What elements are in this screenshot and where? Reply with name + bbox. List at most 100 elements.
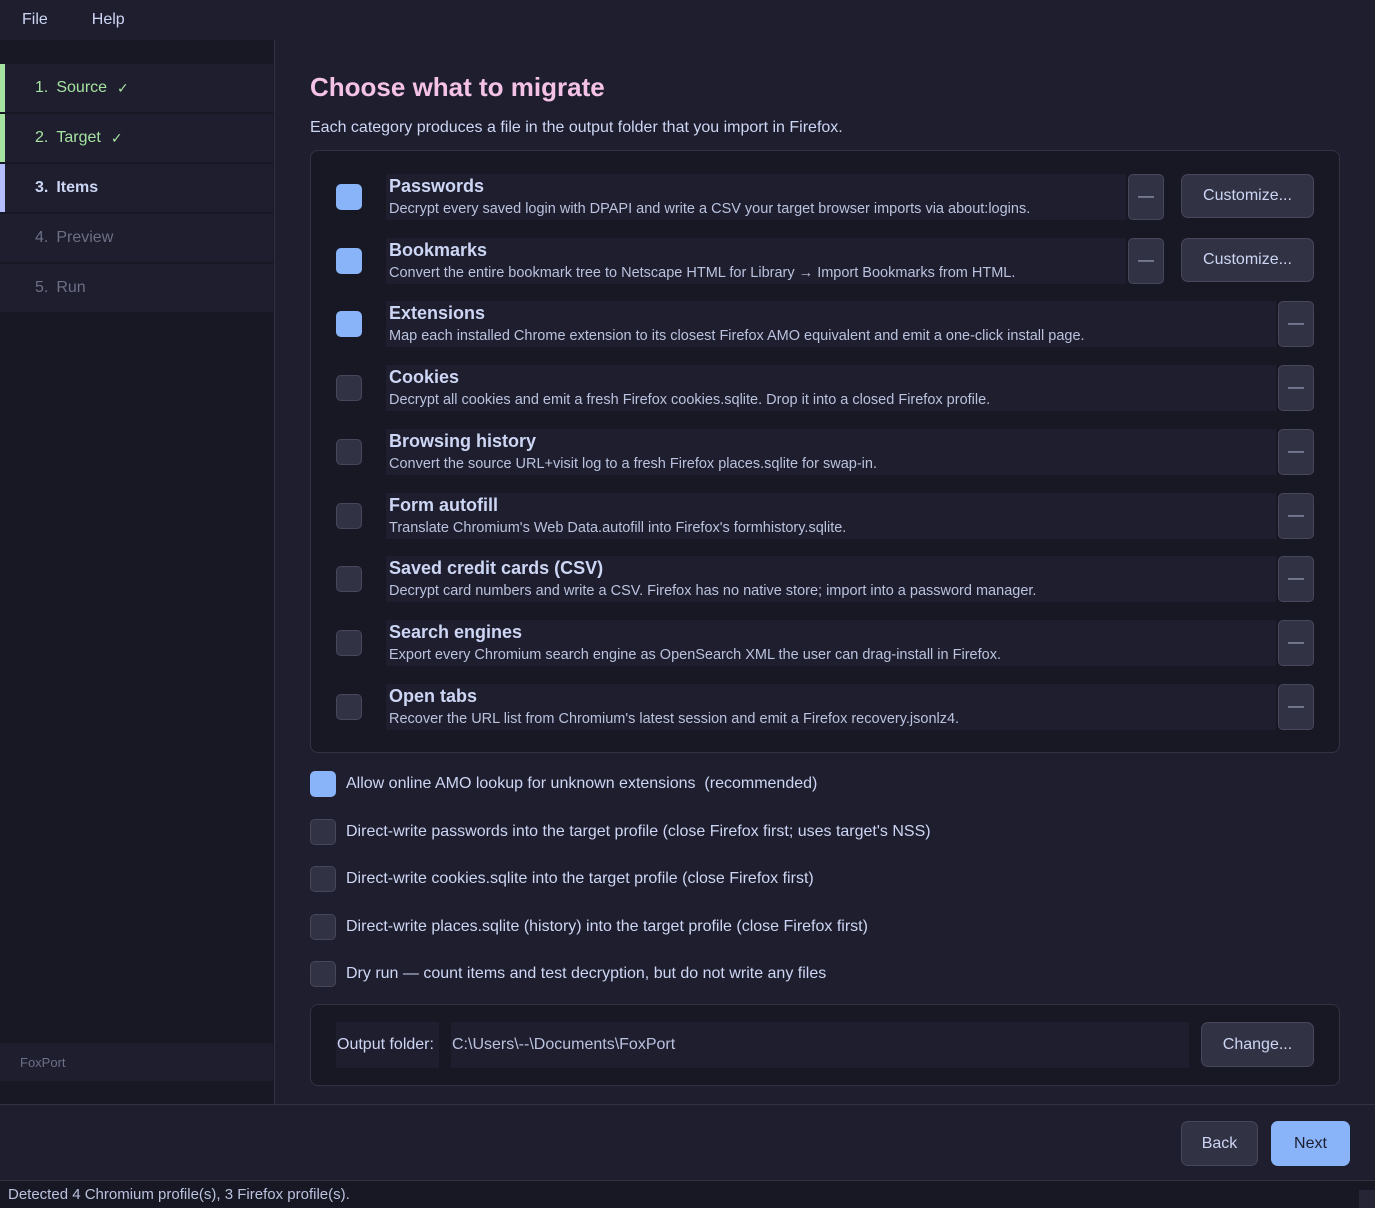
category-description: Convert the entire bookmark tree to Nets… <box>389 265 1016 281</box>
category-row-bookmarks: Bookmarks Convert the entire bookmark tr… <box>336 238 1315 284</box>
category-description: Translate Chromium's Web Data.autofill i… <box>389 520 847 536</box>
category-name: Saved credit cards (CSV) <box>389 558 604 578</box>
category-description: Convert the source URL+visit log to a fr… <box>389 456 877 472</box>
category-row-search-engines: Search engines Export every Chromium sea… <box>336 620 1315 666</box>
sidebar-step-preview[interactable]: 4. Preview <box>0 214 273 262</box>
status-bar: Detected 4 Chromium profile(s), 3 Firefo… <box>0 1180 1375 1208</box>
status-dash-button[interactable]: — <box>1278 429 1314 475</box>
step-label: Source <box>56 79 108 96</box>
category-name: Browsing history <box>389 431 537 451</box>
status-dash-button[interactable]: — <box>1278 365 1314 411</box>
option-label: Dry run — count items and test decryptio… <box>346 965 827 982</box>
sidebar: 1. Source ✓ 2. Target ✓ 3. Items 4. Prev… <box>0 40 275 1104</box>
wizard-navigation: Back Next <box>0 1104 1375 1180</box>
status-dash-button[interactable]: — <box>1278 301 1314 347</box>
option-amo-lookup[interactable]: Allow online AMO lookup for unknown exte… <box>310 771 817 797</box>
page-subtitle: Each category produces a file in the out… <box>310 119 843 136</box>
category-name: Passwords <box>389 176 485 196</box>
output-folder-panel: Output folder: C:\Users\--\Documents\Fox… <box>310 1004 1340 1086</box>
output-folder-label: Output folder: <box>336 1022 439 1068</box>
category-name: Cookies <box>389 367 460 387</box>
bookmarks-checkbox[interactable] <box>336 248 362 274</box>
amo-lookup-checkbox[interactable] <box>310 771 336 797</box>
autofill-checkbox[interactable] <box>336 503 362 529</box>
category-row-cookies: Cookies Decrypt all cookies and emit a f… <box>336 365 1315 411</box>
status-text: Detected 4 Chromium profile(s), 3 Firefo… <box>8 1186 350 1203</box>
step-indicator <box>0 164 5 212</box>
main-content: Choose what to migrate Each category pro… <box>276 40 1375 1104</box>
status-dash-button[interactable]: — <box>1278 620 1314 666</box>
category-name: Open tabs <box>389 686 478 706</box>
sidebar-step-items[interactable]: 3. Items <box>0 164 273 212</box>
back-button[interactable]: Back <box>1181 1121 1258 1166</box>
sidebar-step-target[interactable]: 2. Target ✓ <box>0 114 273 162</box>
app-brand: FoxPort <box>0 1043 273 1081</box>
step-number: 2. <box>35 129 49 146</box>
option-dry-run[interactable]: Dry run — count items and test decryptio… <box>310 961 826 987</box>
category-description: Decrypt card numbers and write a CSV. Fi… <box>389 583 1037 599</box>
step-label: Items <box>56 179 99 196</box>
status-dash-button[interactable]: — <box>1278 556 1314 602</box>
status-dash-button[interactable]: — <box>1128 238 1164 284</box>
passwords-checkbox[interactable] <box>336 184 362 210</box>
option-direct-write-cookies[interactable]: Direct-write cookies.sqlite into the tar… <box>310 866 814 892</box>
dry-run-checkbox[interactable] <box>310 961 336 987</box>
menu-help[interactable]: Help <box>70 11 147 29</box>
output-folder-field[interactable]: C:\Users\--\Documents\FoxPort <box>451 1022 1189 1068</box>
step-label: Preview <box>56 229 114 246</box>
checkmark-icon: ✓ <box>110 129 123 146</box>
category-row-open-tabs: Open tabs Recover the URL list from Chro… <box>336 684 1315 730</box>
option-direct-write-passwords[interactable]: Direct-write passwords into the target p… <box>310 819 931 845</box>
category-row-history: Browsing history Convert the source URL+… <box>336 429 1315 475</box>
option-label: Direct-write passwords into the target p… <box>346 823 931 840</box>
history-checkbox[interactable] <box>336 439 362 465</box>
step-indicator <box>0 64 5 112</box>
category-description: Map each installed Chrome extension to i… <box>389 328 1085 344</box>
direct-write-cookies-checkbox[interactable] <box>310 866 336 892</box>
option-label: Direct-write places.sqlite (history) int… <box>346 918 868 935</box>
search-engines-checkbox[interactable] <box>336 630 362 656</box>
step-number: 4. <box>35 229 49 246</box>
resize-grip-icon[interactable] <box>1359 1190 1375 1208</box>
direct-write-passwords-checkbox[interactable] <box>310 819 336 845</box>
customize-button[interactable]: Customize... <box>1181 174 1314 218</box>
step-indicator <box>0 114 5 162</box>
menu-bar: File Help <box>0 0 1375 40</box>
customize-button[interactable]: Customize... <box>1181 238 1314 282</box>
category-description: Export every Chromium search engine as O… <box>389 647 1001 663</box>
menu-file[interactable]: File <box>0 11 70 29</box>
step-number: 1. <box>35 79 49 96</box>
credit-cards-checkbox[interactable] <box>336 566 362 592</box>
next-button[interactable]: Next <box>1271 1121 1350 1166</box>
status-dash-button[interactable]: — <box>1278 684 1314 730</box>
category-name: Search engines <box>389 622 523 642</box>
direct-write-places-checkbox[interactable] <box>310 914 336 940</box>
option-label: Direct-write cookies.sqlite into the tar… <box>346 870 814 887</box>
category-name: Extensions <box>389 303 486 323</box>
category-row-passwords: Passwords Decrypt every saved login with… <box>336 174 1315 220</box>
option-direct-write-places[interactable]: Direct-write places.sqlite (history) int… <box>310 914 868 940</box>
category-description: Recover the URL list from Chromium's lat… <box>389 711 960 727</box>
category-row-autofill: Form autofill Translate Chromium's Web D… <box>336 493 1315 539</box>
option-label: Allow online AMO lookup for unknown exte… <box>346 775 818 792</box>
category-name: Form autofill <box>389 495 498 515</box>
status-dash-button[interactable]: — <box>1128 174 1164 220</box>
category-description: Decrypt all cookies and emit a fresh Fir… <box>389 392 991 408</box>
step-label: Run <box>56 279 86 296</box>
status-dash-button[interactable]: — <box>1278 493 1314 539</box>
cookies-checkbox[interactable] <box>336 375 362 401</box>
open-tabs-checkbox[interactable] <box>336 694 362 720</box>
checkmark-icon: ✓ <box>117 79 129 96</box>
step-number: 3. <box>35 179 49 196</box>
step-number: 5. <box>35 279 49 296</box>
sidebar-step-source[interactable]: 1. Source ✓ <box>0 64 273 112</box>
change-folder-button[interactable]: Change... <box>1201 1022 1314 1067</box>
extensions-checkbox[interactable] <box>336 311 362 337</box>
step-label: Target <box>56 129 101 146</box>
sidebar-step-run[interactable]: 5. Run <box>0 264 273 312</box>
category-row-extensions: Extensions Map each installed Chrome ext… <box>336 301 1315 347</box>
category-panel: Passwords Decrypt every saved login with… <box>310 150 1340 753</box>
page-title: Choose what to migrate <box>310 72 605 102</box>
category-description: Decrypt every saved login with DPAPI and… <box>389 201 1031 217</box>
category-name: Bookmarks <box>389 240 488 260</box>
